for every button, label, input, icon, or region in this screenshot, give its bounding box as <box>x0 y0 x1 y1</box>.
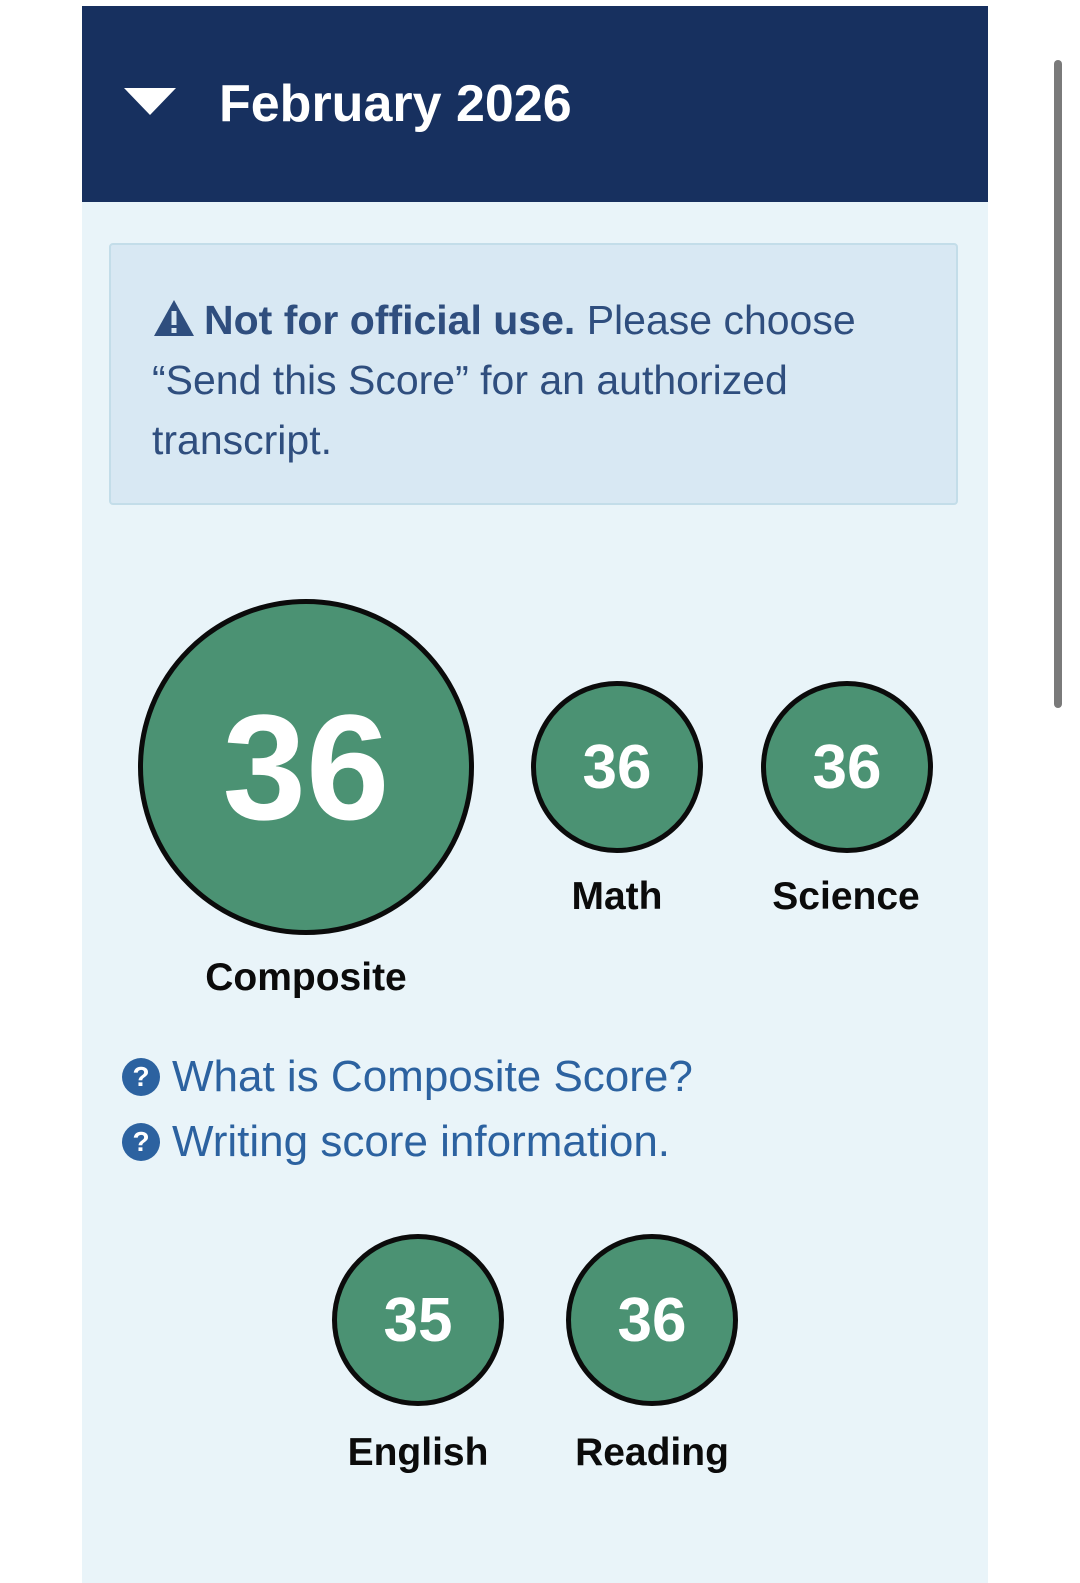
english-score-circle: 35 <box>332 1234 504 1406</box>
science-label: Science <box>772 875 920 918</box>
official-use-alert: Not for official use. Please choose “Sen… <box>109 243 958 505</box>
test-date-title[interactable]: February 2026 <box>219 72 572 136</box>
question-circle-icon: ? <box>122 1058 160 1096</box>
math-score-circle: 36 <box>531 681 703 853</box>
english-label: English <box>347 1431 489 1474</box>
warning-icon <box>154 300 194 336</box>
caret-down-icon[interactable] <box>124 88 176 115</box>
english-score-value: 35 <box>383 1285 453 1355</box>
math-score-value: 36 <box>582 732 652 802</box>
composite-score-value: 36 <box>222 682 390 851</box>
science-score-value: 36 <box>812 732 882 802</box>
score-panel: February 2026 Not for official use. Plea… <box>82 6 988 1583</box>
alert-message: Not for official use. Please choose “Sen… <box>152 290 932 470</box>
reading-score-value: 36 <box>617 1285 687 1355</box>
math-label: Math <box>571 875 663 918</box>
composite-score-help-link[interactable]: ? What is Composite Score? <box>122 1049 693 1105</box>
composite-label: Composite <box>205 956 407 999</box>
science-score-circle: 36 <box>761 681 933 853</box>
composite-score-help-text[interactable]: What is Composite Score? <box>172 1052 693 1102</box>
composite-score-circle: 36 <box>138 599 474 935</box>
alert-strong-text: Not for official use. <box>204 297 576 343</box>
reading-score-circle: 36 <box>566 1234 738 1406</box>
question-circle-icon: ? <box>122 1123 160 1161</box>
writing-score-help-link[interactable]: ? Writing score information. <box>122 1114 670 1170</box>
reading-label: Reading <box>575 1431 729 1474</box>
writing-score-help-text[interactable]: Writing score information. <box>172 1117 670 1167</box>
page-scrollbar[interactable] <box>1054 60 1062 708</box>
test-date-header[interactable]: February 2026 <box>82 6 988 202</box>
